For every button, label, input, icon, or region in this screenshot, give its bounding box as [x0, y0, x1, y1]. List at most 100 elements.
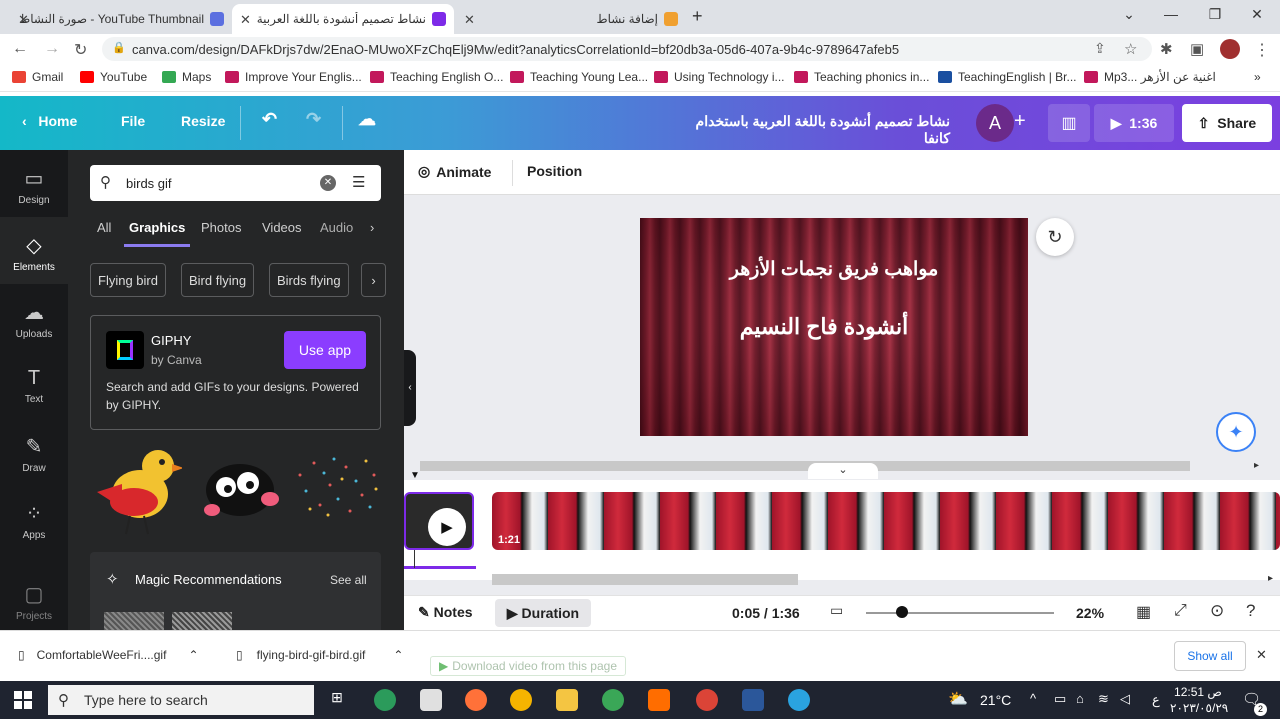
app-icon[interactable] — [648, 689, 670, 711]
windows-start-icon[interactable] — [14, 691, 32, 709]
profile-avatar[interactable] — [1220, 39, 1240, 59]
recommendation-thumbnail[interactable] — [104, 612, 164, 630]
language-indicator[interactable]: ع — [1152, 692, 1160, 708]
extensions-icon[interactable]: ✱ — [1160, 40, 1173, 58]
zoom-slider-thumb[interactable] — [896, 606, 908, 618]
rail-draw[interactable]: ✎ Draw — [0, 418, 68, 485]
store-icon[interactable] — [420, 689, 442, 711]
tab-graphics[interactable]: Graphics — [129, 220, 185, 235]
slide-heading[interactable]: مواهب فريق نجمات الأزهر — [640, 258, 1028, 281]
design-slide[interactable]: مواهب فريق نجمات الأزهر أنشودة فاح النسي… — [640, 218, 1028, 436]
network-icon[interactable]: ⌂ — [1076, 691, 1084, 706]
tab-photos[interactable]: Photos — [201, 220, 241, 235]
fullscreen-icon[interactable]: ⤢ — [1174, 602, 1187, 620]
share-page-icon[interactable]: ⇪ — [1094, 40, 1106, 57]
share-button[interactable]: ⇧ Share — [1182, 104, 1272, 142]
tab-videos[interactable]: Videos — [262, 220, 302, 235]
firefox-icon[interactable] — [465, 689, 487, 711]
timeline-clip-selected[interactable]: 1:21 — [492, 492, 1280, 550]
bookmark-star-icon[interactable]: ☆ — [1124, 40, 1137, 58]
comment-icon[interactable]: ↻ — [1036, 218, 1074, 256]
file-menu-button[interactable]: File — [121, 113, 145, 129]
suggestion-chip[interactable]: Birds flying — [269, 263, 349, 297]
cloud-save-icon[interactable]: ☁ — [358, 109, 376, 130]
slide-subheading[interactable]: أنشودة فاح النسيم — [640, 314, 1018, 340]
clear-search-icon[interactable]: ✕ — [320, 175, 336, 191]
rail-design[interactable]: ▭ Design — [0, 150, 68, 217]
tab-all[interactable]: All — [97, 220, 111, 235]
timeline-scrollbar[interactable] — [492, 574, 798, 585]
volume-icon[interactable]: ◁ — [1120, 691, 1130, 707]
download-video-overlay[interactable]: ▶ Download video from this page — [430, 656, 626, 676]
download-item[interactable]: ▯ flying-bird-gif-bird.gif ⌃ — [236, 648, 403, 662]
present-button[interactable]: ▶ 1:36 — [1094, 104, 1174, 142]
chrome-icon[interactable] — [696, 689, 718, 711]
confetti-gif-thumbnail[interactable] — [290, 445, 382, 525]
rail-projects[interactable]: ▢ Projects — [0, 552, 68, 622]
bird-gif-thumbnail[interactable] — [92, 442, 182, 538]
eyes-gif-thumbnail[interactable] — [198, 455, 283, 525]
suggestion-chip[interactable]: Flying bird — [90, 263, 166, 297]
window-close-icon[interactable]: ✕ — [1242, 6, 1272, 23]
tab-audio[interactable]: Audio — [320, 220, 353, 235]
chevron-up-icon[interactable]: ⌃ — [393, 648, 403, 662]
tab-search-icon[interactable]: ⌄ — [1114, 6, 1144, 23]
bookmark-maps[interactable]: Maps — [162, 70, 211, 84]
bookmark-item[interactable]: TeachingEnglish | Br... — [938, 70, 1077, 84]
close-icon[interactable]: ✕ — [18, 12, 29, 28]
canvas-scrollbar[interactable] — [420, 461, 1190, 471]
use-app-button[interactable]: Use app — [284, 331, 366, 369]
show-all-button[interactable]: Show all — [1174, 641, 1246, 671]
bookmark-item[interactable]: Improve Your Englis... — [225, 70, 362, 84]
clock[interactable]: 12:51 ص ٢٠٢٣/٠٥/٢٩ — [1170, 684, 1228, 716]
checklist-icon[interactable]: ⊙ — [1210, 601, 1224, 621]
help-icon[interactable]: ? — [1246, 601, 1255, 621]
bookmark-item[interactable]: Teaching Young Lea... — [510, 70, 648, 84]
wifi-icon[interactable]: ≋ — [1098, 691, 1109, 707]
grid-view-icon[interactable]: ▦ — [1136, 602, 1151, 622]
browser-tab[interactable]: YouTube Thumbnail - صورة النشاط ✕ — [10, 4, 232, 34]
suggestion-chip[interactable]: Bird flying — [181, 263, 255, 297]
zoom-level[interactable]: 22% — [1076, 605, 1104, 621]
collapse-timeline-icon[interactable]: ⌄ — [808, 463, 878, 479]
edge-icon[interactable] — [374, 689, 396, 711]
chevron-up-icon[interactable]: ⌃ — [188, 648, 198, 662]
side-panel-icon[interactable]: ▣ — [1190, 40, 1204, 58]
filter-icon[interactable]: ☰ — [352, 173, 365, 191]
undo-icon[interactable]: ↶ — [262, 109, 277, 130]
chevron-right-icon[interactable]: › — [370, 220, 374, 235]
rail-elements[interactable]: ◇ Elements — [0, 217, 68, 284]
file-explorer-icon[interactable] — [556, 689, 578, 711]
redo-icon[interactable]: ↷ — [306, 109, 321, 130]
taskbar-search-input[interactable]: ⚲ Type here to search — [48, 685, 314, 715]
bookmark-item[interactable]: Teaching English O... — [370, 70, 503, 84]
app-icon[interactable] — [602, 689, 624, 711]
resize-button[interactable]: Resize — [181, 113, 225, 129]
tray-expand-icon[interactable]: ^ — [1030, 691, 1036, 706]
telegram-icon[interactable] — [788, 689, 810, 711]
bookmark-item[interactable]: Using Technology i... — [654, 70, 785, 84]
recommendation-thumbnail[interactable] — [172, 612, 232, 630]
bookmark-gmail[interactable]: Gmail — [12, 70, 63, 84]
duration-button[interactable]: ▶ Duration — [495, 599, 591, 627]
rail-apps[interactable]: ⁘ Apps — [0, 485, 68, 552]
maximize-icon[interactable]: ❐ — [1200, 6, 1230, 23]
position-button[interactable]: Position — [527, 163, 582, 179]
rail-uploads[interactable]: ☁ Uploads — [0, 284, 68, 351]
search-input[interactable]: ⚲ birds gif ✕ ☰ — [90, 165, 381, 201]
app-icon[interactable] — [510, 689, 532, 711]
page-view-icon[interactable]: ▭ — [830, 602, 843, 619]
animate-button[interactable]: ◎ Animate — [418, 163, 491, 180]
notes-button[interactable]: ✎ Notes — [418, 604, 473, 621]
new-tab-icon[interactable]: + — [692, 6, 703, 27]
rail-text[interactable]: T Text — [0, 351, 68, 418]
task-view-icon[interactable]: ⊞ — [326, 689, 348, 711]
magic-assistant-icon[interactable]: ✦ — [1216, 412, 1256, 452]
add-collaborator-icon[interactable]: + — [1014, 110, 1026, 133]
minimize-icon[interactable]: — — [1156, 6, 1186, 22]
menu-icon[interactable]: ⋮ — [1254, 40, 1270, 60]
zoom-slider[interactable] — [866, 612, 1054, 614]
chips-next-icon[interactable]: › — [361, 263, 386, 297]
timeline-clip[interactable]: ▶ — [404, 492, 474, 550]
collapse-panel-icon[interactable]: ‹ — [404, 350, 416, 426]
